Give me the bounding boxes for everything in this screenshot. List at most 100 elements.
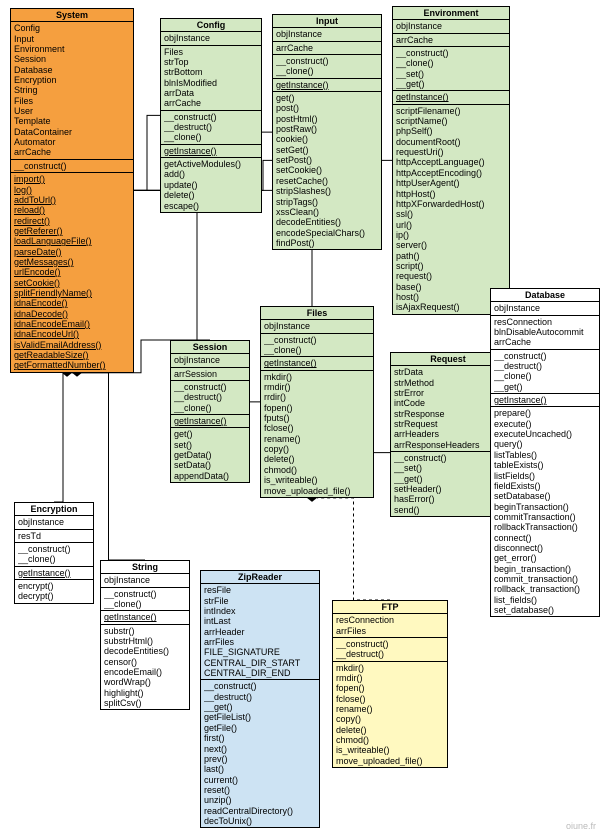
method: setDatabase() [494,491,596,501]
attribute: __construct() [14,161,130,171]
method: stripSlashes() [276,186,378,196]
attr-section: __construct()__destruct()__clone() [161,111,261,145]
method: ip() [396,230,506,240]
method: decToUnix() [204,816,316,826]
method: script() [396,261,506,271]
attribute: intIndex [204,606,316,616]
method: __get() [394,474,502,484]
class-title: Database [491,289,599,302]
method-section: __construct()__destruct()__get()getFileL… [201,680,319,827]
attribute: __clone() [264,345,370,355]
method: add() [164,169,258,179]
attribute: strResponse [394,409,502,419]
attr-section: __construct()__clone() [261,334,373,358]
attribute: strMethod [394,378,502,388]
method: mkdir() [264,372,370,382]
static-method: idnaEncodeUrl() [14,329,130,339]
method: httpAcceptLanguage() [396,157,506,167]
class-database: DatabaseobjInstanceresConnectionblnDisab… [490,288,600,617]
method: substrHtml() [104,636,186,646]
static-method: import() [14,174,130,184]
static-method: getInstance() [276,80,378,90]
method: prev() [204,754,316,764]
attribute: strError [394,388,502,398]
method: readCentralDirectory() [204,806,316,816]
method: getFileList() [204,712,316,722]
attribute: __destruct() [336,649,444,659]
method-section: get()set()getData()setData()appendData() [171,428,249,482]
class-session: SessionobjInstancearrSession__construct(… [170,340,250,483]
static-method: idnaDecode() [14,309,130,319]
method: phpSelf() [396,126,506,136]
method: listTables() [494,450,596,460]
method: getActiveModules() [164,159,258,169]
attr-section: resFilestrFileintIndexintLastarrHeaderar… [201,584,319,680]
attribute: __construct() [494,351,596,361]
method: execute() [494,419,596,429]
attribute: blnIsModified [164,78,258,88]
method: getFile() [204,723,316,733]
method: reset() [204,785,316,795]
method: encodeSpecialChars() [276,228,378,238]
attribute: __destruct() [164,122,258,132]
static-method: setCookie() [14,278,130,288]
attribute: objInstance [276,29,378,39]
method: substr() [104,626,186,636]
class-title: Request [391,353,505,366]
method: documentRoot() [396,137,506,147]
attribute: arrHeaders [394,429,502,439]
attribute: arrCache [14,147,130,157]
class-string: StringobjInstance__construct()__clone()g… [100,560,190,710]
attribute: resConnection [494,317,596,327]
method: fputs() [264,413,370,423]
attribute: DataContainer [14,127,130,137]
method-section: mkdir()rmdir()rrdir()fopen()fputs()fclos… [261,371,373,497]
attr-section: arrCache [273,42,381,55]
attribute: __construct() [174,382,246,392]
method-section: getActiveModules()add()update()delete()e… [161,158,261,212]
static-method: getInstance() [104,612,186,622]
class-config: ConfigobjInstanceFilesstrTopstrBottombln… [160,18,262,213]
method: __construct() [394,453,502,463]
attr-section: strDatastrMethodstrErrorintCodestrRespon… [391,366,505,452]
attr-section: __construct()__clone() [101,588,189,612]
class-zipreader: ZipReaderresFilestrFileintIndexintLastar… [200,570,320,828]
attr-section: objInstance [171,354,249,367]
method-section: __construct()__set()__get()setHeader()ha… [391,452,505,516]
attr-section: __construct()__clone() [15,543,93,567]
method: set_database() [494,605,596,615]
class-title: Config [161,19,261,32]
attribute: objInstance [174,355,246,365]
static-method: isValidEmailAddress() [14,340,130,350]
method: cookie() [276,134,378,144]
static-method: getFormattedNumber() [14,360,130,370]
method: current() [204,775,316,785]
class-title: Encryption [15,503,93,516]
method: disconnect() [494,543,596,553]
method: fopen() [264,403,370,413]
method: rollback_transaction() [494,584,596,594]
static-method: reload() [14,205,130,215]
method-section: getInstance() [273,79,381,92]
attr-section: arrCache [393,34,509,47]
attribute: Files [14,96,130,106]
attribute: intLast [204,616,316,626]
method: hasError() [394,494,502,504]
method: get() [276,93,378,103]
method: connect() [494,533,596,543]
method: getData() [174,450,246,460]
method: __set() [394,463,502,473]
method: listFields() [494,471,596,481]
method: commitTransaction() [494,512,596,522]
method: setData() [174,460,246,470]
method-section: encrypt()decrypt() [15,580,93,603]
static-method: idnaEncode() [14,298,130,308]
method: copy() [336,714,444,724]
attribute: arrCache [494,337,596,347]
attribute: resTd [18,531,90,541]
method: rename() [264,434,370,444]
method: stripTags() [276,197,378,207]
method: censor() [104,657,186,667]
static-method: getReadableSize() [14,350,130,360]
watermark: oiune.fr [566,821,596,831]
